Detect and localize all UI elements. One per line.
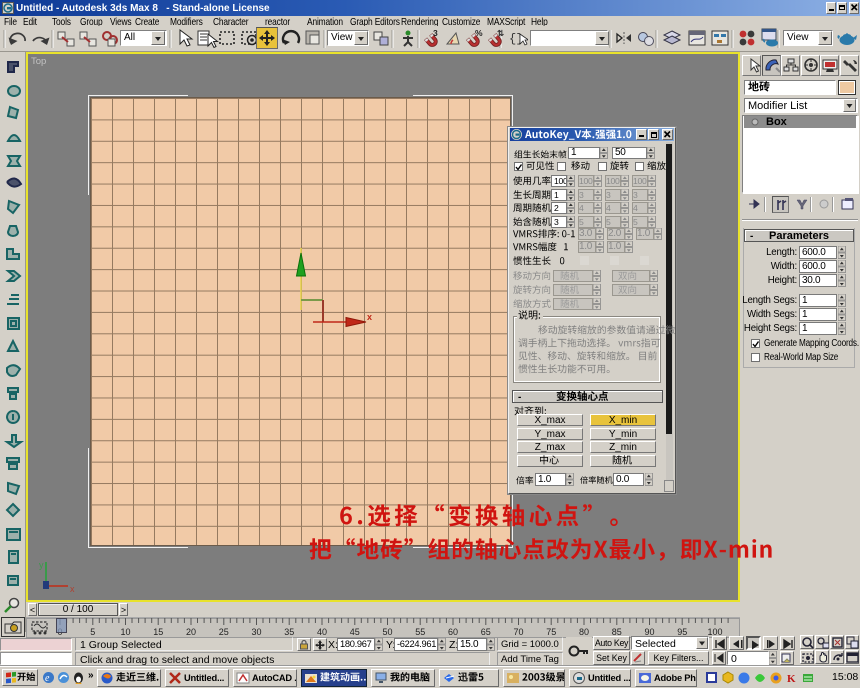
- svg-text:50: 50: [382, 627, 392, 637]
- svg-text:x: x: [70, 584, 75, 594]
- svg-text:y: y: [39, 560, 44, 570]
- svg-text:35: 35: [284, 627, 294, 637]
- svg-text:30: 30: [251, 627, 261, 637]
- svg-text:25: 25: [219, 627, 229, 637]
- svg-text:x: x: [367, 312, 372, 322]
- svg-text:65: 65: [481, 627, 491, 637]
- svg-text:15: 15: [153, 627, 163, 637]
- svg-text:55: 55: [415, 627, 425, 637]
- svg-text:75: 75: [546, 627, 556, 637]
- svg-text:3: 3: [433, 28, 438, 38]
- svg-text:45: 45: [350, 627, 360, 637]
- svg-text:40: 40: [317, 627, 327, 637]
- svg-text:%: %: [475, 28, 483, 38]
- svg-text:⇅: ⇅: [497, 28, 505, 38]
- svg-text:70: 70: [513, 627, 523, 637]
- svg-text:60: 60: [448, 627, 458, 637]
- svg-text:K: K: [787, 673, 796, 684]
- svg-text:20: 20: [186, 627, 196, 637]
- svg-text:5: 5: [90, 627, 95, 637]
- svg-text:80: 80: [579, 627, 589, 637]
- svg-text:10: 10: [120, 627, 130, 637]
- svg-text:e: e: [45, 673, 50, 684]
